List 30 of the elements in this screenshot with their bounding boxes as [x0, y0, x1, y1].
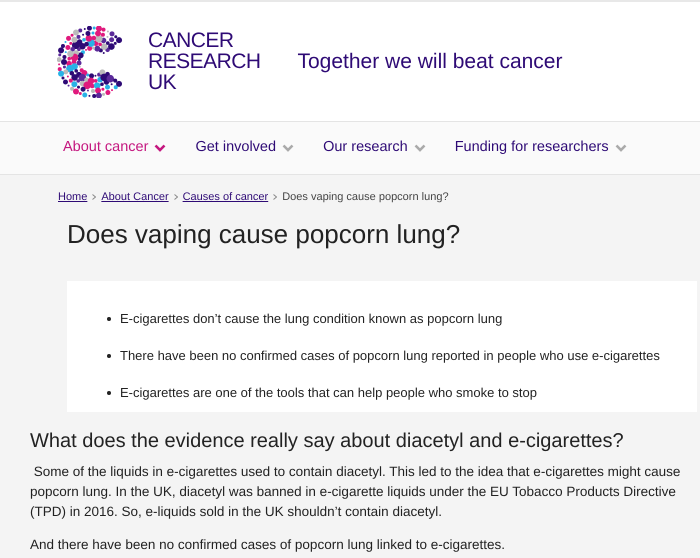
bullet-icon [107, 354, 111, 358]
logo-text: UK [148, 72, 178, 93]
paragraph: Some of the liquids in e-cigarettes used to contain diacetyl. This led to the idea that e-cigarettes might cause popcorn lung. In the UK, diacetyl was banned in e-cigarette liquids under the EU Tobacco Products Directive (TPD) in 2016. So, e-liquids sold in the UK shouldn’t contain diacetyl. [30, 462, 682, 521]
section-heading: What does the evidence really say about diacetyl and e-cigarettes? [30, 428, 625, 454]
nav-tab[interactable]: Get involved [195, 137, 294, 159]
chevron-down-icon [614, 144, 627, 152]
paragraph: And there have been no confirmed cases of popcorn lung linked to e-cigarettes. [30, 536, 506, 554]
breadcrumb-current: Does vaping cause popcorn lung? [282, 190, 449, 205]
nav-tab[interactable]: Funding for researchers [454, 137, 627, 159]
breadcrumb-link[interactable]: About Cancer [101, 189, 169, 206]
chevron-right-icon [174, 194, 178, 200]
logo-text: RESEARCH [148, 51, 260, 72]
breadcrumb-link[interactable]: Causes of cancer [182, 189, 268, 206]
breadcrumb-link[interactable]: Home [58, 189, 88, 206]
chevron-right-icon [92, 194, 96, 200]
bullet-icon [107, 316, 111, 320]
tagline: Together we will beat cancer [298, 48, 562, 75]
bullet-icon [107, 390, 111, 394]
chevron-right-icon [273, 194, 278, 200]
chevron-down-icon [414, 144, 426, 152]
nav-tab[interactable]: About cancer [63, 137, 166, 159]
logo-text: CANCER [148, 30, 235, 51]
logo-icon[interactable] [57, 26, 123, 98]
summary-item: There have been no confirmed cases of popcorn lung reported in people who use e-cigarettes [120, 348, 660, 364]
summary-item: E-cigarettes are one of the tools that can help people who smoke to stop [120, 384, 537, 400]
chevron-down-icon [154, 144, 166, 152]
chevron-down-icon [282, 144, 294, 152]
nav-tab[interactable]: Our research [323, 137, 426, 159]
summary-item: E-cigarettes don’t cause the lung condition known as popcorn lung [120, 310, 502, 326]
page-title: Does vaping cause popcorn lung? [67, 218, 462, 250]
